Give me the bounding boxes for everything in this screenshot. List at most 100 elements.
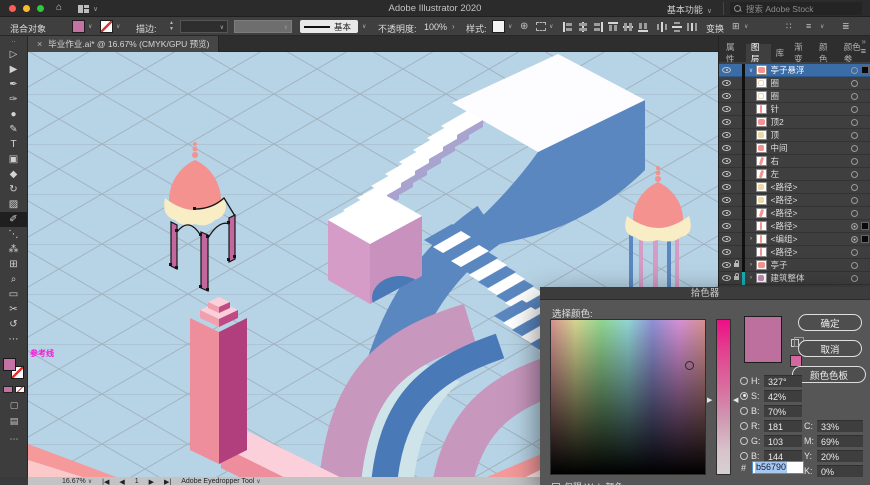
web-only-checkbox[interactable]: 仅限 Web 颜色 bbox=[552, 480, 623, 485]
target-circle[interactable] bbox=[851, 92, 858, 100]
layer-row[interactable]: › 建筑整体 bbox=[719, 271, 870, 285]
target-circle[interactable] bbox=[851, 131, 858, 139]
blend-tool[interactable]: ⋱ bbox=[0, 227, 27, 242]
expand-chevron-icon[interactable]: › bbox=[747, 275, 756, 281]
panel-tab-渐变[interactable]: 渐变 bbox=[789, 42, 814, 64]
transform-panel-icon[interactable]: ⊞ bbox=[732, 21, 740, 32]
distribute-vertical-icon[interactable] bbox=[671, 21, 683, 33]
radio-B[interactable] bbox=[740, 451, 748, 460]
draw-mode-icon[interactable]: ▢ bbox=[0, 400, 28, 411]
visibility-eye-icon[interactable] bbox=[722, 223, 731, 229]
layer-name[interactable]: 亭子 bbox=[771, 259, 788, 271]
layer-row[interactable]: 圈 bbox=[719, 89, 870, 103]
fill-color-swatch[interactable] bbox=[72, 20, 85, 33]
edit-toolbar[interactable]: ⋯ bbox=[0, 332, 27, 347]
panel-menu-icon[interactable]: ≣ bbox=[842, 21, 850, 32]
layer-row[interactable]: › 亭子 bbox=[719, 258, 870, 272]
layer-name[interactable]: 圈 bbox=[771, 77, 780, 89]
lock-icon[interactable] bbox=[734, 260, 739, 267]
layer-row[interactable]: 顶 bbox=[719, 128, 870, 142]
crop-tool[interactable]: ⊞ bbox=[0, 257, 27, 272]
align-left-icon[interactable] bbox=[562, 21, 574, 33]
layer-row[interactable]: 中间 bbox=[719, 141, 870, 155]
layer-name[interactable]: 建筑整体 bbox=[771, 272, 805, 284]
stroke-weight-stepper[interactable]: ▲ ▼ bbox=[167, 20, 176, 33]
layer-row[interactable]: 左 bbox=[719, 167, 870, 181]
layer-row[interactable]: › <编组> bbox=[719, 232, 870, 246]
layer-name[interactable]: <路径> bbox=[771, 246, 798, 258]
layer-name[interactable]: 圈 bbox=[771, 90, 780, 102]
target-circle[interactable] bbox=[851, 105, 858, 113]
visibility-eye-icon[interactable] bbox=[722, 80, 731, 86]
layer-name[interactable]: 顶2 bbox=[771, 116, 784, 128]
visibility-eye-icon[interactable] bbox=[722, 236, 731, 242]
layer-row[interactable]: <路径> bbox=[719, 193, 870, 207]
artboard-nav-next[interactable]: ▶ bbox=[149, 478, 154, 485]
layer-name[interactable]: <编组> bbox=[771, 233, 798, 245]
isolate-chevron-icon[interactable]: ∨ bbox=[820, 23, 824, 30]
target-circle[interactable] bbox=[851, 144, 858, 152]
target-circle[interactable] bbox=[851, 157, 858, 165]
distribute-spacing-icon[interactable] bbox=[686, 21, 698, 33]
slider-arrow-left-icon[interactable]: ▶ bbox=[707, 397, 712, 404]
curvature-tool[interactable]: ✑ bbox=[0, 92, 27, 107]
target-circle[interactable] bbox=[851, 261, 858, 269]
cancel-button[interactable]: 取消 bbox=[798, 340, 862, 357]
layer-row[interactable]: 针 bbox=[719, 102, 870, 116]
radio-R[interactable] bbox=[740, 421, 748, 430]
fill-indicator-swatch[interactable] bbox=[3, 358, 16, 371]
direct-selection-tool[interactable]: ▶ bbox=[0, 62, 27, 77]
zoom-level[interactable]: 16.67% ∨ bbox=[62, 478, 92, 485]
brush-chevron-icon[interactable]: ∨ bbox=[362, 23, 366, 30]
field-value[interactable]: 42% bbox=[764, 389, 802, 402]
expand-chevron-icon[interactable]: ∨ bbox=[747, 67, 756, 74]
expand-chevron-icon[interactable]: › bbox=[747, 236, 756, 242]
select-similar-chevron-icon[interactable]: ∨ bbox=[549, 23, 553, 30]
target-circle[interactable] bbox=[851, 118, 858, 126]
target-circle[interactable] bbox=[851, 248, 858, 256]
layer-row[interactable]: 顶2 bbox=[719, 115, 870, 129]
mini-none-swatch[interactable] bbox=[15, 386, 25, 393]
target-circle[interactable] bbox=[851, 79, 858, 87]
fill-stroke-indicator[interactable] bbox=[3, 358, 25, 380]
type-tool[interactable]: T bbox=[0, 137, 27, 152]
layout-chevron-icon[interactable]: ∨ bbox=[93, 5, 98, 13]
isolate-list-icon[interactable]: ≡ bbox=[806, 21, 811, 32]
visibility-eye-icon[interactable] bbox=[722, 106, 731, 112]
layer-name[interactable]: 针 bbox=[771, 103, 780, 115]
paintbrush-tool[interactable]: ✎ bbox=[0, 122, 27, 137]
align-bottom-icon[interactable] bbox=[637, 21, 649, 33]
visibility-eye-icon[interactable] bbox=[722, 145, 731, 151]
field-value[interactable]: 181 bbox=[764, 419, 802, 432]
radio-S[interactable] bbox=[740, 391, 748, 400]
layer-row[interactable]: <路径> bbox=[719, 206, 870, 220]
gradient-tool[interactable]: ▨ bbox=[0, 197, 27, 212]
style-swatch[interactable] bbox=[492, 20, 505, 33]
visibility-eye-icon[interactable] bbox=[722, 132, 731, 138]
close-icon[interactable]: × bbox=[37, 39, 42, 49]
artboard-nav-first[interactable]: |◀ bbox=[102, 478, 109, 485]
panel-tab-属性[interactable]: 属性 bbox=[721, 42, 746, 64]
rotate-tool[interactable]: ↻ bbox=[0, 182, 27, 197]
panel-tab-库[interactable]: 库 bbox=[771, 44, 790, 62]
color-field-marker[interactable] bbox=[684, 361, 694, 371]
select-similar-icon[interactable] bbox=[536, 22, 546, 31]
field-value[interactable]: 69% bbox=[817, 434, 863, 447]
layer-name[interactable]: <路径> bbox=[771, 194, 798, 206]
screen-mode-icon[interactable]: ▤ bbox=[0, 416, 28, 427]
slice-tool[interactable]: ✂ bbox=[0, 302, 27, 317]
layer-row[interactable]: ∨ 亭子悬浮 bbox=[719, 63, 870, 77]
target-circle[interactable] bbox=[851, 183, 858, 191]
fill-chevron-icon[interactable]: ∨ bbox=[88, 23, 92, 30]
layer-row[interactable]: <路径> bbox=[719, 219, 870, 233]
home-icon[interactable]: ⌂ bbox=[56, 2, 62, 13]
visibility-eye-icon[interactable] bbox=[722, 93, 731, 99]
transform-label[interactable]: 变换 bbox=[706, 22, 724, 35]
layer-name[interactable]: 右 bbox=[771, 155, 780, 167]
target-circle[interactable] bbox=[851, 209, 858, 217]
panel-tab-图层[interactable]: 图层 bbox=[745, 42, 771, 64]
artboard-nav-last[interactable]: ▶| bbox=[164, 478, 171, 485]
align-top-icon[interactable] bbox=[607, 21, 619, 33]
visibility-eye-icon[interactable] bbox=[722, 171, 731, 177]
layer-name[interactable]: 左 bbox=[771, 168, 780, 180]
